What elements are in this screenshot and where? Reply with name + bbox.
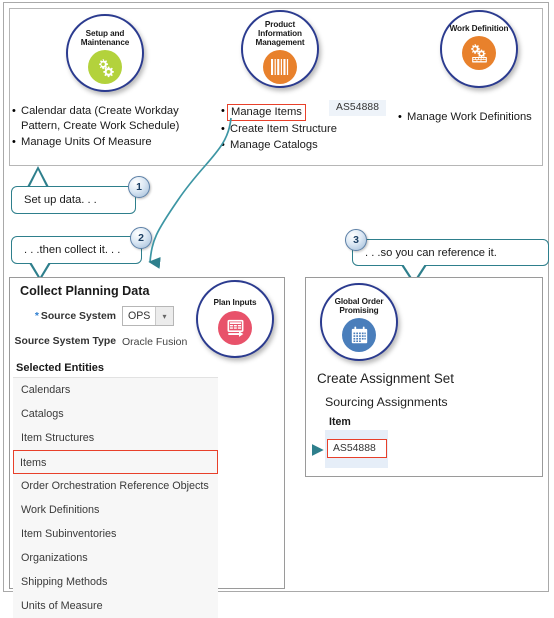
diagram-root: Setup and Maintenance Product Informatio… xyxy=(0,0,554,618)
barcode-icon xyxy=(263,49,297,84)
list-item[interactable]: Order Orchestration Reference Objects xyxy=(13,474,218,498)
callout-2: . . .then collect it. . . xyxy=(11,236,142,264)
selected-entities-label: Selected Entities xyxy=(16,362,105,374)
chevron-down-icon[interactable]: ▾ xyxy=(155,307,173,325)
gop-subheading: Sourcing Assignments xyxy=(325,395,448,409)
step-number-2: 2 xyxy=(130,227,152,249)
list-item[interactable]: Organizations xyxy=(13,546,218,570)
source-system-label: * Source System xyxy=(34,311,116,322)
source-system-type-value: Oracle Fusion xyxy=(122,336,188,348)
source-system-value: OPS xyxy=(128,310,151,322)
bullet-dot-icon: • xyxy=(12,105,16,117)
task-label: Manage Work Definitions xyxy=(407,111,532,123)
list-item[interactable]: Item Subinventories xyxy=(13,522,218,546)
offering-badge-product-information-management[interactable]: Product Information Management xyxy=(241,10,319,88)
calendar-icon xyxy=(342,318,376,353)
offering-badge-work-definition[interactable]: Work Definition xyxy=(440,10,518,88)
offering-badge-label: Setup and Maintenance xyxy=(80,29,130,48)
offering-badge-setup-and-maintenance[interactable]: Setup and Maintenance xyxy=(66,14,144,92)
source-system-select[interactable]: OPS ▾ xyxy=(122,306,174,326)
step-number-1: 1 xyxy=(128,176,150,198)
callout-3-text: . . .so you can reference it. xyxy=(365,246,497,259)
list-item-items-highlighted[interactable]: Items xyxy=(13,450,218,474)
bullet-dot-icon: • xyxy=(12,136,16,148)
gears-icon xyxy=(88,50,122,85)
required-star-icon: * xyxy=(34,311,39,322)
plan-inputs-badge-label: Plan Inputs xyxy=(213,298,257,307)
bullet-dot-icon: • xyxy=(398,111,402,123)
bullet-dot-icon: • xyxy=(221,139,225,151)
gop-item-label: Item xyxy=(329,416,351,428)
callout-1: Set up data. . . xyxy=(11,186,136,214)
task-list-work-definition: • Manage Work Definitions xyxy=(398,110,554,126)
source-system-type-label: Source System Type xyxy=(14,336,116,347)
list-item[interactable]: Calendars xyxy=(13,378,218,402)
task-label: Manage Catalogs xyxy=(230,139,318,151)
callout-1-text: Set up data. . . xyxy=(24,194,97,206)
list-item[interactable]: Units of Measure xyxy=(13,594,218,618)
list-item[interactable]: Work Definitions xyxy=(13,498,218,522)
list-item[interactable]: Item Structures xyxy=(13,426,218,450)
task-list-item: • Manage Units Of Measure xyxy=(12,135,217,150)
task-label: Manage Units Of Measure xyxy=(21,136,152,148)
global-order-promising-badge-label: Global Order Promising xyxy=(334,297,384,316)
task-label: Create Item Structure xyxy=(230,123,337,135)
task-list-item: • Calendar data (Create Workday Pattern,… xyxy=(12,104,217,134)
callout-2-text: . . .then collect it. . . xyxy=(24,244,121,256)
gop-heading: Create Assignment Set xyxy=(317,371,454,386)
task-list-item: • Create Item Structure xyxy=(221,122,351,137)
callout-2-tail-fill xyxy=(31,262,49,277)
task-list-item: • Manage Work Definitions xyxy=(398,110,554,125)
global-order-promising-badge[interactable]: Global Order Promising xyxy=(320,283,398,361)
offering-badge-label: Product Information Management xyxy=(255,20,305,48)
item-code-badge: AS54888 xyxy=(329,100,387,116)
list-item[interactable]: Catalogs xyxy=(13,402,218,426)
callout-3: . . .so you can reference it. xyxy=(352,239,549,266)
task-label-manage-items-highlighted[interactable]: Manage Items xyxy=(227,104,306,121)
task-list-item: • Manage Catalogs xyxy=(221,138,351,153)
page-title: Collect Planning Data xyxy=(20,284,150,298)
list-item[interactable]: Shipping Methods xyxy=(13,570,218,594)
selected-entities-list: Calendars Catalogs Item Structures Items… xyxy=(13,377,218,618)
bullet-dot-icon: • xyxy=(221,123,225,135)
plan-inputs-badge[interactable]: Plan Inputs xyxy=(196,280,274,358)
gop-item-input[interactable]: AS54888 xyxy=(327,439,387,458)
step-number-3: 3 xyxy=(345,229,367,251)
task-label: Calendar data (Create Workday Pattern, C… xyxy=(21,105,180,132)
offering-badge-label: Work Definition xyxy=(449,24,509,33)
plan-inputs-icon xyxy=(218,311,252,346)
work-definition-icon xyxy=(462,36,496,71)
task-list-setup-and-maintenance: • Calendar data (Create Workday Pattern,… xyxy=(12,104,217,151)
